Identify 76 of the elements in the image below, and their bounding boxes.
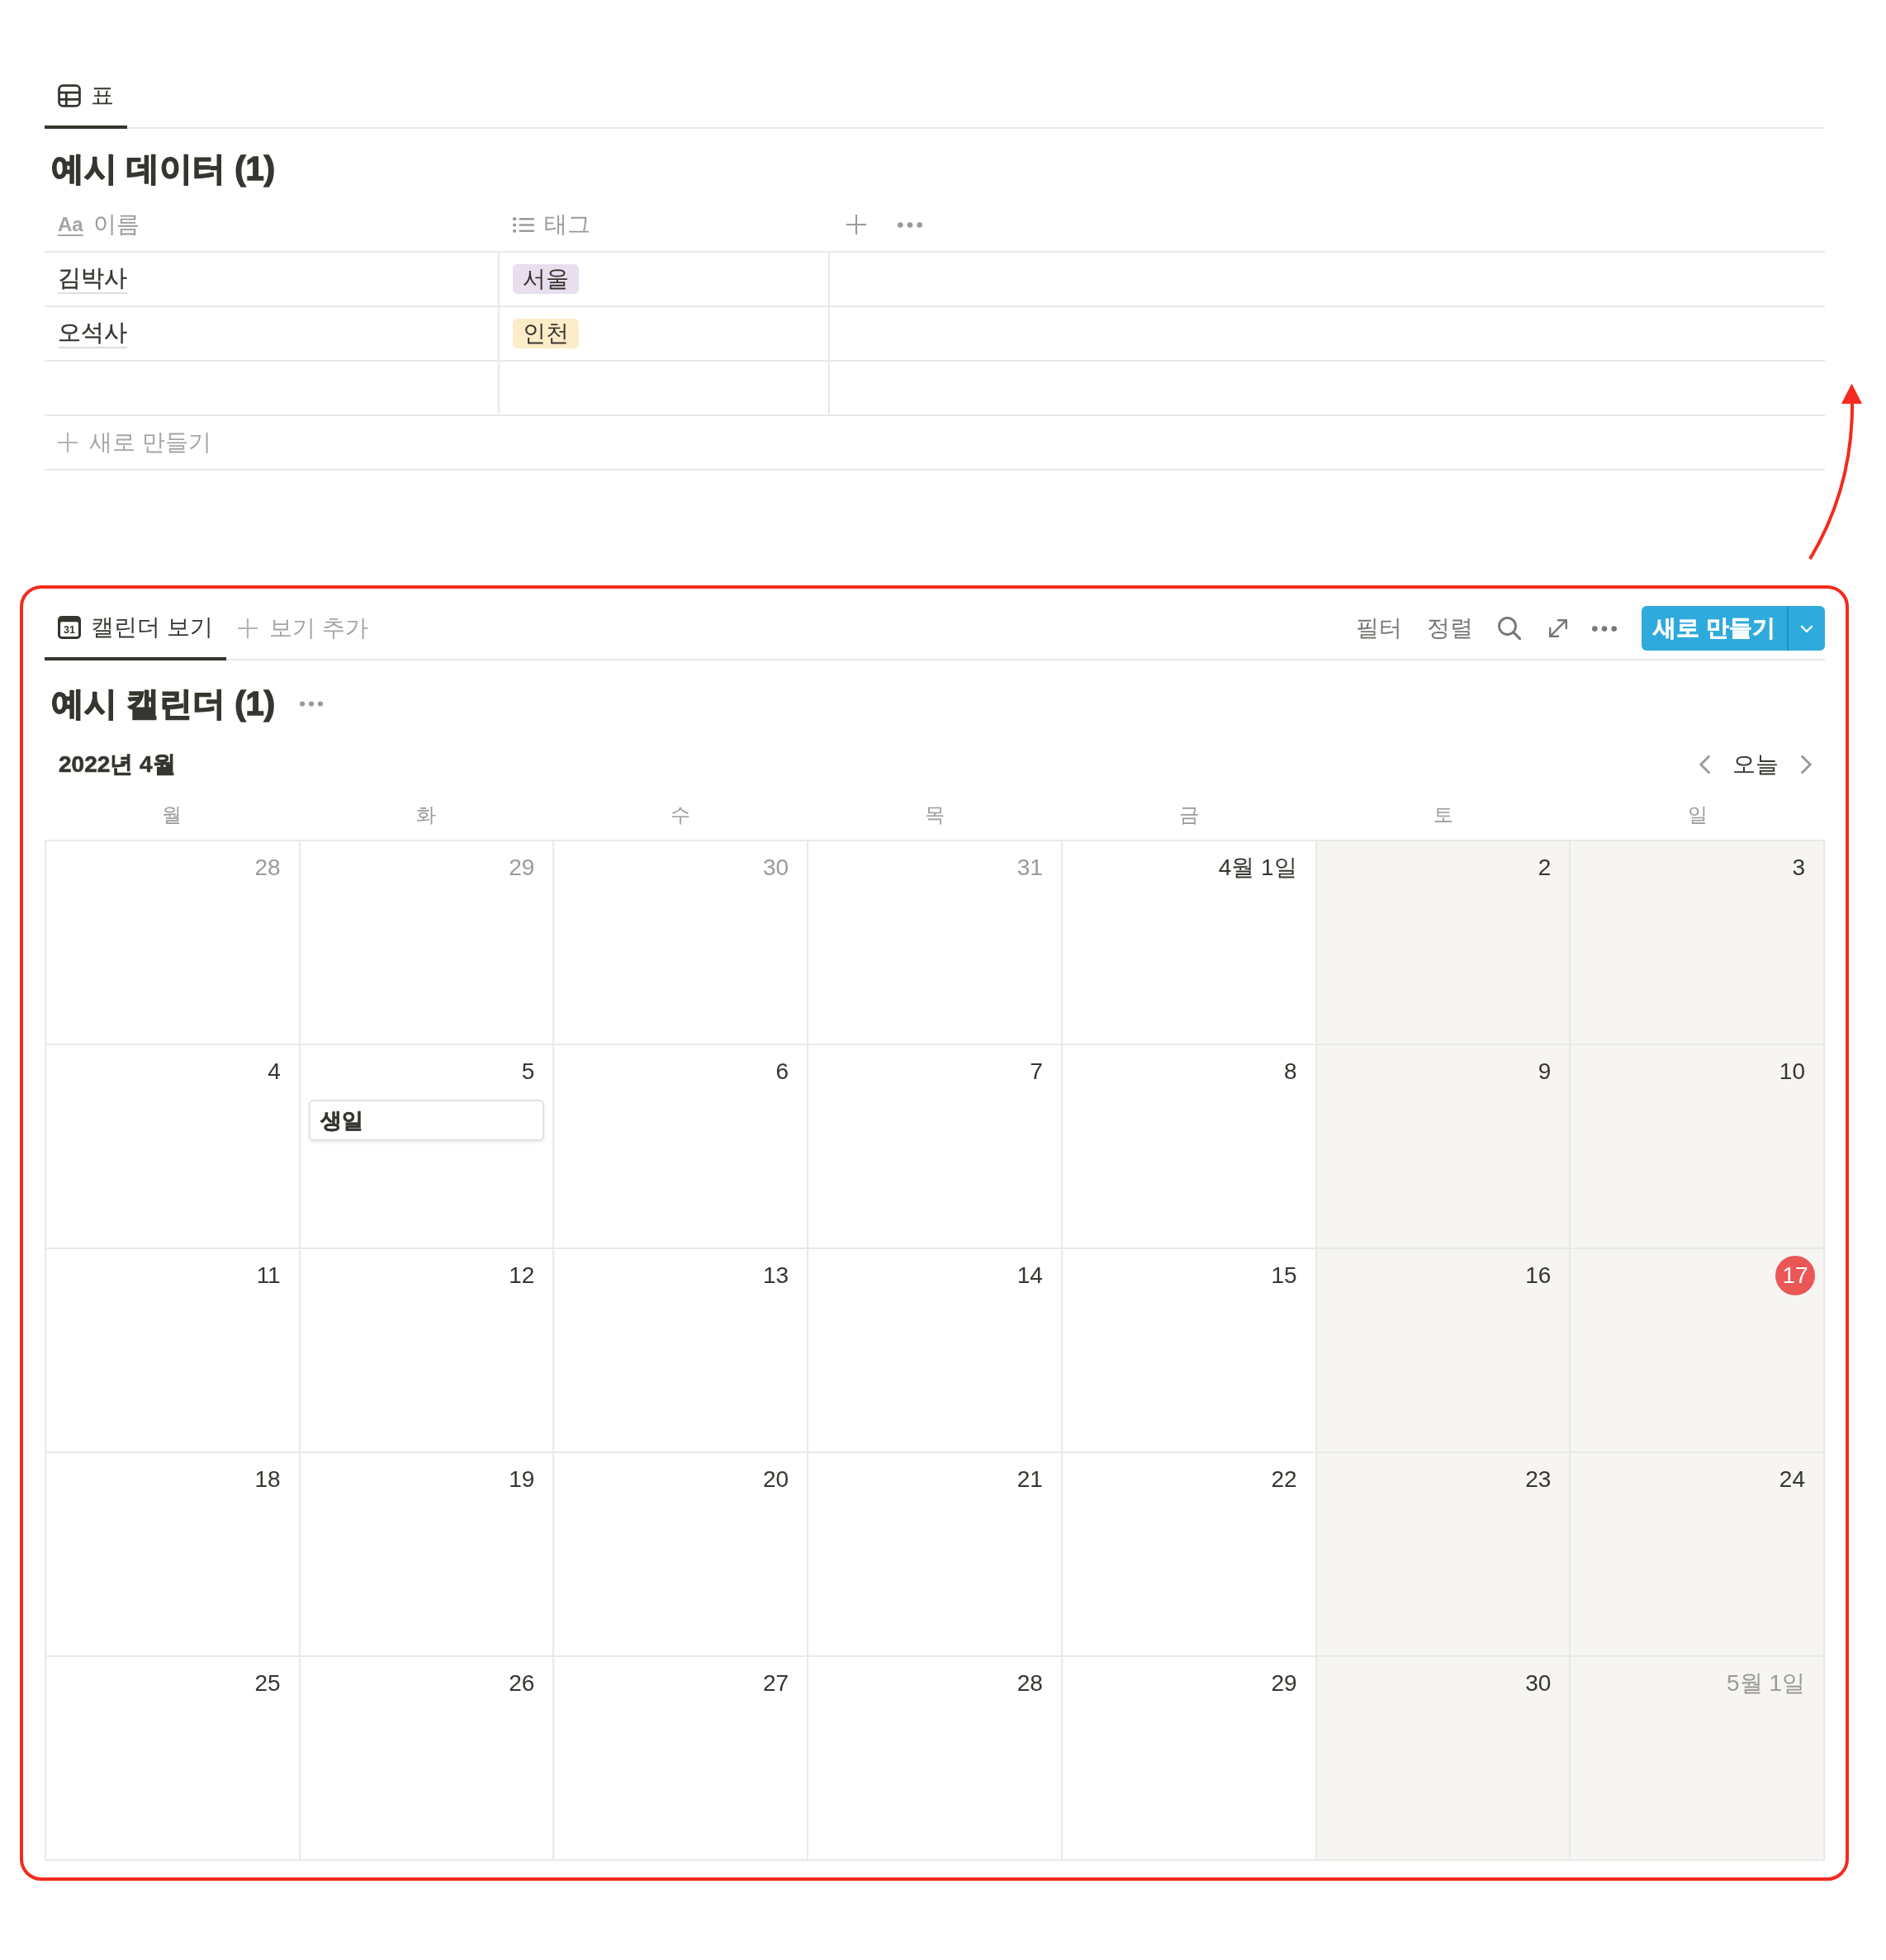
view-tab[interactable]: 31 캘린더 보기 <box>45 598 226 660</box>
day-number: 21 <box>1016 1465 1044 1494</box>
column-header[interactable]: 태그 <box>513 207 590 242</box>
day-number: 30 <box>1524 1669 1552 1697</box>
day-number: 27 <box>762 1669 790 1697</box>
day-number: 4 <box>267 1058 282 1086</box>
weekday-label: 일 <box>1688 802 1708 827</box>
day-number: 14 <box>1016 1262 1044 1290</box>
day-number: 5 <box>520 1058 536 1086</box>
calendar-title: 예시 캘린더 (1) <box>50 684 277 723</box>
day-number: 4월 1일 <box>1217 854 1298 882</box>
day-number: 5월 1일 <box>1726 1669 1806 1697</box>
day-number: 20 <box>762 1465 790 1494</box>
add-row-control[interactable]: 새로 만들기 <box>58 425 211 460</box>
plus-icon[interactable] <box>846 215 866 234</box>
plus-icon <box>58 433 78 452</box>
expand-icon[interactable] <box>1549 619 1568 637</box>
chevron-down-icon <box>1800 624 1813 632</box>
day-number: 11 <box>255 1262 282 1290</box>
weekday-label: 금 <box>1179 802 1199 827</box>
day-number: 8 <box>1283 1058 1298 1086</box>
today-day-number: 17 <box>1775 1256 1815 1295</box>
day-number: 2 <box>1537 854 1552 882</box>
day-number: 28 <box>1016 1669 1044 1697</box>
sort-control[interactable]: 정렬 <box>1427 611 1474 646</box>
more-icon[interactable] <box>300 700 324 707</box>
today-control[interactable]: 오늘 <box>1732 747 1779 782</box>
more-icon[interactable] <box>1592 625 1618 632</box>
table-icon <box>58 84 81 107</box>
day-number: 13 <box>762 1262 790 1290</box>
weekday-label: 월 <box>162 802 182 827</box>
day-number: 23 <box>1524 1465 1552 1494</box>
day-number: 18 <box>254 1465 282 1494</box>
plus-icon <box>237 618 258 638</box>
list-icon <box>513 216 534 233</box>
chevron-right-icon[interactable] <box>1800 755 1812 774</box>
day-number: 9 <box>1537 1058 1552 1086</box>
table-title: 예시 데이터 (1) <box>50 149 277 188</box>
add-view-control[interactable]: 보기 추가 <box>225 598 368 659</box>
day-number: 29 <box>508 854 536 882</box>
tag: 서울 <box>513 264 579 294</box>
calendar-icon: 31 <box>58 616 81 639</box>
day-number: 26 <box>508 1669 536 1697</box>
search-icon[interactable] <box>1498 617 1522 640</box>
filter-control[interactable]: 필터 <box>1356 611 1403 646</box>
day-number: 7 <box>1029 1058 1044 1086</box>
view-tab[interactable]: 표 <box>45 66 127 129</box>
day-number: 28 <box>254 854 282 882</box>
day-number: 16 <box>1524 1262 1552 1290</box>
weekday-label: 화 <box>416 802 436 827</box>
day-number: 12 <box>508 1262 536 1290</box>
day-number: 10 <box>1778 1058 1806 1086</box>
day-number: 29 <box>1270 1669 1298 1697</box>
tag: 인천 <box>513 319 579 348</box>
row-title[interactable]: 김박사 <box>58 264 127 294</box>
day-number: 30 <box>762 854 790 882</box>
day-number: 19 <box>508 1465 536 1494</box>
day-number: 15 <box>1270 1262 1298 1290</box>
row-title[interactable]: 오석사 <box>58 319 127 348</box>
new-button[interactable]: 새로 만들기 <box>1642 606 1787 651</box>
event-card[interactable]: 생일 <box>308 1100 545 1141</box>
day-number: 24 <box>1778 1465 1806 1494</box>
weekday-label: 수 <box>671 802 690 827</box>
chevron-left-icon[interactable] <box>1699 755 1711 774</box>
day-number: 6 <box>775 1058 790 1086</box>
month-label: 2022년 4월 <box>59 750 176 779</box>
column-header[interactable]: Aa 이름 <box>58 207 140 242</box>
day-number: 31 <box>1016 854 1044 882</box>
day-number: 25 <box>254 1669 282 1697</box>
weekday-label: 목 <box>925 802 945 827</box>
new-dropdown-button[interactable] <box>1787 606 1825 651</box>
weekday-label: 토 <box>1433 802 1453 827</box>
more-icon[interactable] <box>898 221 922 228</box>
day-number: 22 <box>1270 1465 1298 1494</box>
day-number: 3 <box>1791 854 1806 882</box>
text-type-icon: Aa <box>58 213 83 236</box>
